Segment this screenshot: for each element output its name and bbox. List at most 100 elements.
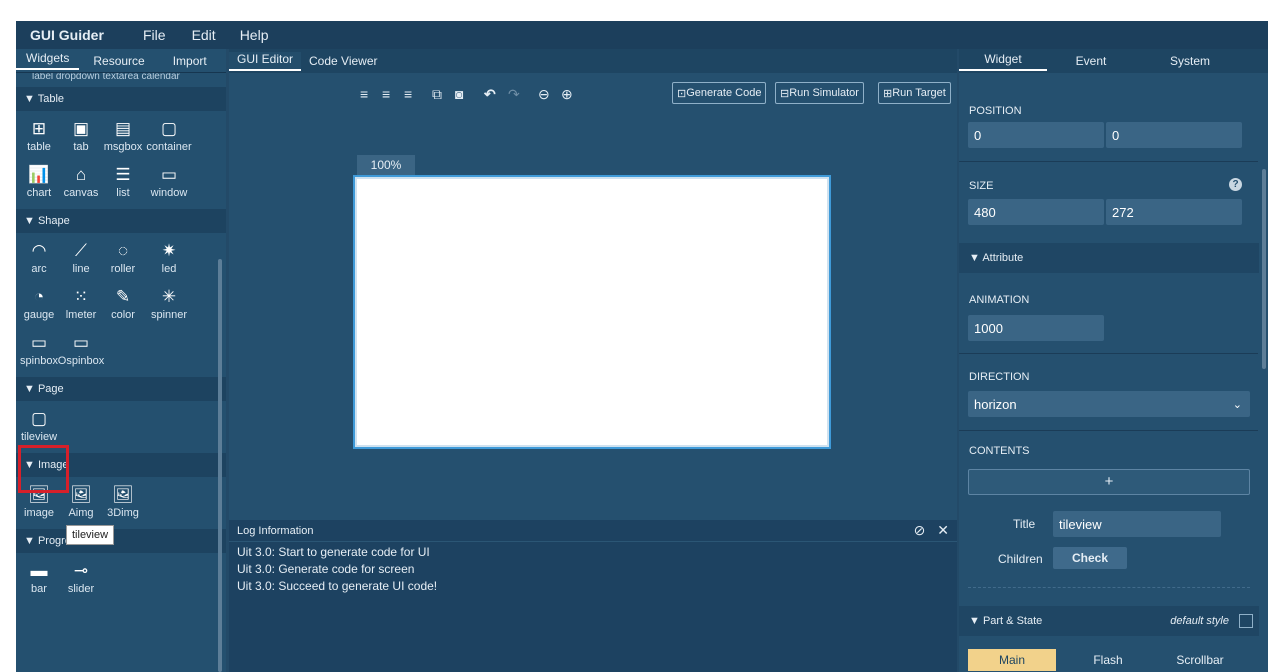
- send-backward-icon[interactable]: ◙: [455, 86, 463, 102]
- tab-import[interactable]: Import: [155, 54, 217, 68]
- widget-spinner[interactable]: ✳ spinner: [146, 281, 192, 327]
- animation-input[interactable]: 1000: [968, 315, 1104, 341]
- 3dimg-icon: 🖼: [112, 485, 134, 504]
- widget-tileview[interactable]: ▢ tileview: [16, 403, 62, 449]
- bring-forward-icon[interactable]: ⧉: [432, 86, 442, 103]
- screen-canvas[interactable]: [353, 175, 831, 449]
- widget-label: roller: [110, 263, 136, 275]
- widget-lmeter[interactable]: ⁙ lmeter: [62, 281, 100, 327]
- add-content-button[interactable]: +: [968, 469, 1250, 495]
- log-controls: ⊘ ✕: [914, 522, 949, 539]
- widget-led[interactable]: ✷ led: [146, 235, 192, 281]
- clear-log-icon[interactable]: ⊘: [914, 522, 926, 538]
- widget-sections: ▼ Table ⊞ table ▣ tab ▤ msgbox ▢ container 📊 chart…: [16, 87, 226, 605]
- log-line: Uit 3.0: Generate code for screen: [237, 562, 415, 576]
- tab-widgets[interactable]: Widgets: [16, 51, 80, 70]
- roller-icon: ◌: [117, 241, 129, 260]
- menu-file[interactable]: File: [134, 27, 175, 43]
- tab-event[interactable]: Event: [1047, 54, 1135, 68]
- tab-system[interactable]: System: [1135, 54, 1245, 68]
- right-scrollbar[interactable]: [1262, 169, 1266, 369]
- run-target-button[interactable]: ⊞ Run Target: [878, 82, 951, 104]
- run-simulator-label: Run Simulator: [789, 87, 859, 99]
- left-scrollbar[interactable]: [218, 259, 222, 672]
- position-x-input[interactable]: 0: [968, 122, 1104, 148]
- widget-color[interactable]: ✎ color: [100, 281, 146, 327]
- redo-icon[interactable]: ↷: [508, 86, 520, 103]
- zoom-out-icon[interactable]: ⊖: [538, 86, 550, 103]
- direction-select[interactable]: horizon ⌄: [968, 391, 1250, 417]
- widget-label: tileview: [20, 431, 58, 443]
- section-header[interactable]: ▼ Page: [16, 377, 226, 401]
- title-input[interactable]: tileview: [1053, 511, 1221, 537]
- list-icon: ☰: [115, 165, 131, 184]
- widget-gauge[interactable]: ◔ gauge: [16, 281, 62, 327]
- align-right-icon[interactable]: ≡: [404, 86, 412, 102]
- widget-label: tab: [73, 141, 89, 153]
- tab-scrollbar[interactable]: Scrollbar: [1156, 649, 1244, 671]
- help-icon[interactable]: ?: [1229, 178, 1242, 191]
- widget-ospinbox[interactable]: ▭ Ospinbox: [58, 327, 104, 373]
- tab-flash[interactable]: Flash: [1064, 649, 1152, 671]
- widget-label: image: [24, 507, 54, 519]
- part-state-header[interactable]: ▼ Part & State default style: [959, 606, 1259, 636]
- editor-tabs: GUI Editor Code Viewer: [229, 49, 957, 73]
- widget-container[interactable]: ▢ container: [146, 113, 192, 159]
- undo-icon[interactable]: ↶: [484, 86, 496, 103]
- widget-label: container: [146, 141, 192, 153]
- ospinbox-icon: ▭: [72, 333, 90, 352]
- tab-code-viewer[interactable]: Code Viewer: [301, 54, 385, 68]
- properties-panel: Widget Event System POSITION 0 0 SIZE ? …: [959, 49, 1268, 672]
- widget-table[interactable]: ⊞ table: [16, 113, 62, 159]
- widget-arc[interactable]: ◠ arc: [16, 235, 62, 281]
- widget-tab[interactable]: ▣ tab: [62, 113, 100, 159]
- section-header[interactable]: ▼ Shape: [16, 209, 226, 233]
- section-header[interactable]: ▼ Progress: [16, 529, 226, 553]
- widget-3dimg[interactable]: 🖼 3Dimg: [100, 479, 146, 525]
- widget-roller[interactable]: ◌ roller: [100, 235, 146, 281]
- size-height-input[interactable]: 272: [1106, 199, 1242, 225]
- widget-slider[interactable]: ⊸ slider: [62, 555, 100, 601]
- close-log-icon[interactable]: ✕: [937, 522, 949, 538]
- run-simulator-button[interactable]: ⊟ Run Simulator: [775, 82, 864, 104]
- zoom-in-icon[interactable]: ⊕: [561, 86, 573, 103]
- widget-panel: Widgets Resource Import label dropdown t…: [16, 49, 226, 672]
- widget-label: table: [27, 141, 51, 153]
- size-width-input[interactable]: 480: [968, 199, 1104, 225]
- tab-resource[interactable]: Resource: [79, 54, 154, 68]
- widget-list[interactable]: ☰ list: [100, 159, 146, 205]
- canvas-screen-area[interactable]: [357, 179, 827, 445]
- tab-main[interactable]: Main: [968, 649, 1056, 671]
- section-header[interactable]: ▼ Table: [16, 87, 226, 111]
- line-icon: ⟋: [75, 241, 87, 260]
- widget-label: 3Dimg: [107, 507, 139, 519]
- log-title: Log Information: [237, 524, 314, 537]
- widget-bar[interactable]: ▬ bar: [16, 555, 62, 601]
- property-tabs: Widget Event System: [959, 49, 1268, 73]
- log-panel: Log Information ⊘ ✕ Uit 3.0: Start to ge…: [229, 520, 957, 672]
- tab-gui-editor[interactable]: GUI Editor: [229, 51, 302, 71]
- tab-widget[interactable]: Widget: [959, 52, 1047, 71]
- widget-msgbox[interactable]: ▤ msgbox: [100, 113, 146, 159]
- default-style-checkbox[interactable]: [1239, 614, 1253, 628]
- check-children-button[interactable]: Check: [1053, 547, 1127, 569]
- align-left-icon[interactable]: ≡: [360, 86, 368, 102]
- attribute-section-header[interactable]: ▼ Attribute: [959, 243, 1259, 273]
- widget-label: led: [161, 263, 177, 275]
- widget-window[interactable]: ▭ window: [146, 159, 192, 205]
- widget-spinbox[interactable]: ▭ spinbox: [16, 327, 62, 373]
- canvas-icon: ⌂: [75, 165, 87, 184]
- menu-help[interactable]: Help: [231, 27, 278, 43]
- widget-canvas[interactable]: ⌂ canvas: [62, 159, 100, 205]
- generate-code-button[interactable]: ⊡ Generate Code: [672, 82, 767, 104]
- widget-chart[interactable]: 📊 chart: [16, 159, 62, 205]
- zoom-level: 100%: [357, 155, 415, 175]
- widget-label: spinner: [150, 309, 188, 321]
- widget-label: canvas: [63, 187, 99, 199]
- menu-edit[interactable]: Edit: [183, 27, 225, 43]
- widget-label: window: [150, 187, 188, 199]
- widget-line[interactable]: ⟋ line: [62, 235, 100, 281]
- divider: [959, 430, 1258, 431]
- align-center-icon[interactable]: ≡: [382, 86, 390, 102]
- position-y-input[interactable]: 0: [1106, 122, 1242, 148]
